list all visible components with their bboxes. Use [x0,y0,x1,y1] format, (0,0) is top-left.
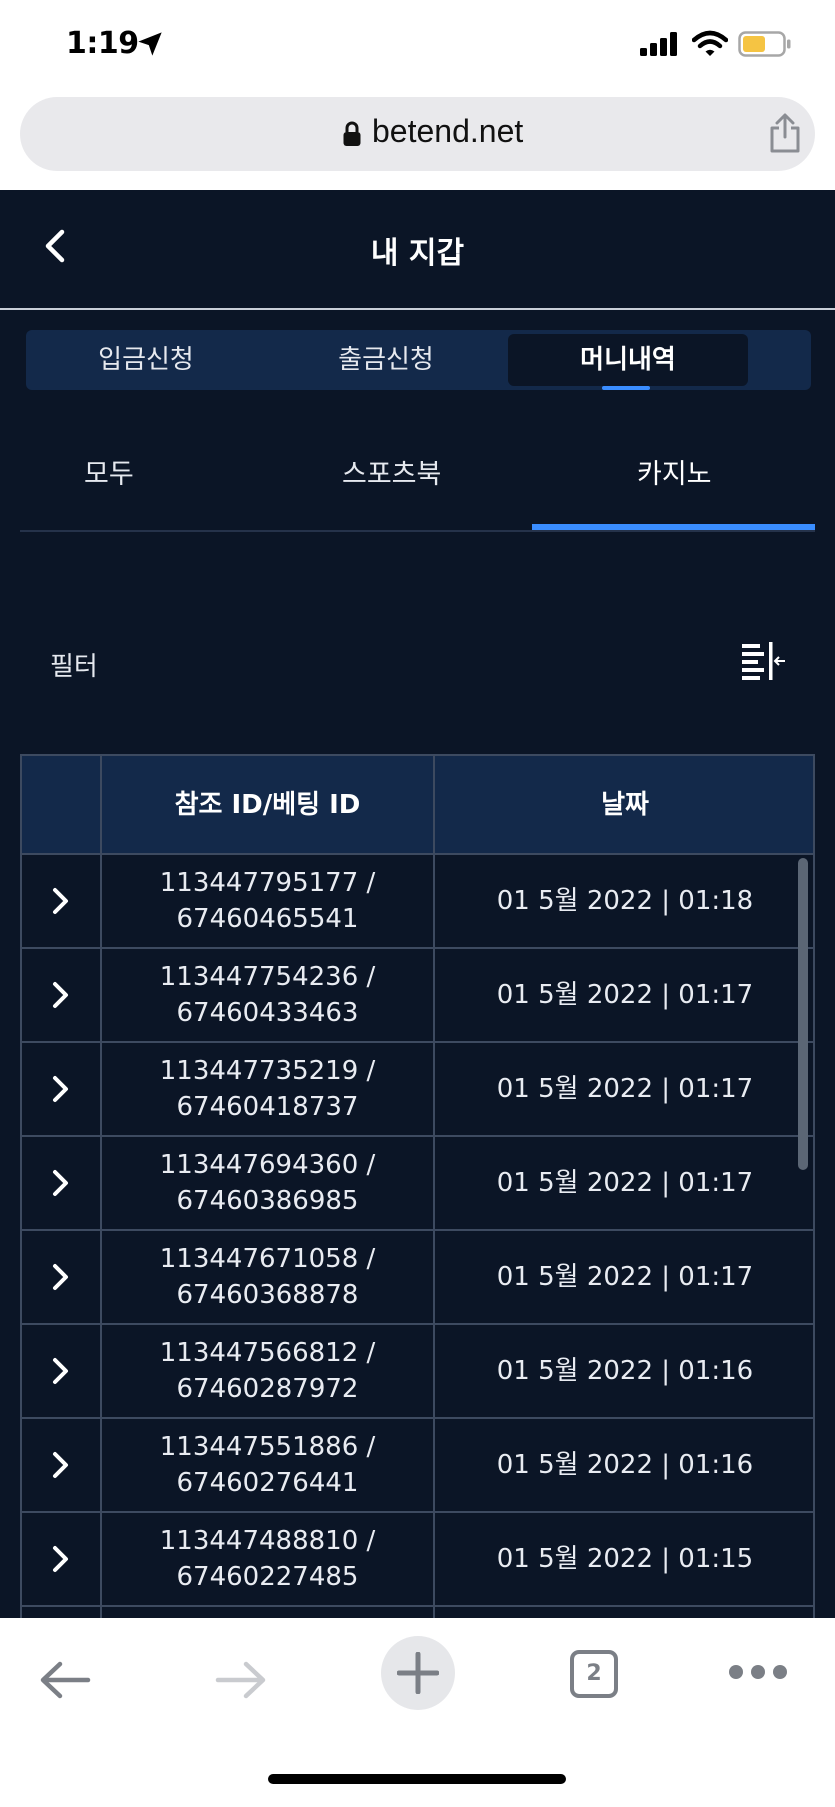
date-cell: 01 5월 2022 | 01:16 [496,1450,754,1480]
battery-icon [738,31,791,57]
active-tab-indicator [602,386,650,390]
reference-id-cell: 113447754236 / 67460433463 [102,949,435,1041]
lock-icon [343,121,361,146]
filter-toggle-icon[interactable] [740,640,786,682]
date-cell: 01 5월 2022 | 01:17 [496,1074,754,1104]
bet-id: 67460287972 [176,1374,359,1404]
reference-id-cell: 113447694360 / 67460386985 [102,1137,435,1229]
reference-id-cell: 113447671058 / 67460368878 [102,1231,435,1323]
history-sub-tabs: 모두 스포츠북 카지노 [20,420,815,532]
tab-deposit-request[interactable]: 입금신청 [26,334,266,386]
page-title: 내 지갑 [370,236,465,271]
tab-money-history-label: 머니내역 [580,345,676,375]
bet-id: 67460433463 [176,998,359,1028]
location-arrow-icon [138,32,162,56]
chevron-right-icon [53,982,68,1008]
bet-id: 67460418737 [176,1092,359,1122]
header-reference-id: 참조 ID/베팅 ID [102,756,435,855]
reference-id-cell: 113447735219 / 67460418737 [102,1043,435,1135]
subtab-all[interactable]: 모두 [84,452,134,491]
reference-id-cell: 113447488810 / 67460227485 [102,1513,435,1605]
table-row[interactable]: 113447735219 / 67460418737 01 5월 2022 | 01… [20,1043,815,1137]
address-bar[interactable]: betend.net [20,97,815,171]
chevron-right-icon [53,1358,68,1384]
chevron-right-icon [53,1076,68,1102]
row-expand-button[interactable] [22,1043,102,1135]
table-row[interactable]: 113447566812 / 67460287972 01 5월 2022 | 01… [20,1325,815,1419]
table-row[interactable]: 113447551886 / 67460276441 01 5월 2022 | 01… [20,1419,815,1513]
cellular-signal-icon [640,32,677,56]
subtab-casino[interactable]: 카지노 [637,452,712,491]
row-expand-button[interactable] [22,949,102,1041]
row-expand-button[interactable] [22,855,102,947]
bet-id: 67460276441 [176,1468,359,1498]
chevron-right-icon [53,888,68,914]
reference-id: 113447735219 / [159,1056,376,1086]
browser-toolbar: 2 [0,1618,835,1807]
date-cell: 01 5월 2022 | 01:17 [496,1168,754,1198]
date-cell: 01 5월 2022 | 01:17 [496,980,754,1010]
transaction-table: 참조 ID/베팅 ID 날짜 113447795177 / 67460465541… [20,754,815,1626]
chevron-right-icon [53,1170,68,1196]
date-cell: 01 5월 2022 | 01:16 [496,1356,754,1386]
row-expand-button[interactable] [22,1325,102,1417]
bet-id: 67460368878 [176,1280,359,1310]
reference-id: 113447551886 / [159,1432,376,1462]
status-bar: 1:19 [0,0,835,90]
new-tab-button[interactable] [381,1636,455,1710]
chevron-right-icon [53,1452,68,1478]
reference-id: 113447694360 / [159,1150,376,1180]
row-expand-button[interactable] [22,1513,102,1605]
address-domain: betend.net [372,113,524,149]
tab-switcher-button[interactable]: 2 [570,1650,618,1698]
plus-icon [397,1652,439,1694]
reference-id: 113447566812 / [159,1338,376,1368]
subtab-active-underline [532,524,815,530]
more-options-icon[interactable] [728,1664,788,1680]
chevron-right-icon [53,1546,68,1572]
browser-address-area: betend.net [0,90,835,190]
reference-id: 113447488810 / [159,1526,376,1556]
filter-label[interactable]: 필터 [50,646,98,683]
home-indicator [268,1774,566,1784]
reference-id: 113447671058 / [159,1244,376,1274]
row-expand-button[interactable] [22,1137,102,1229]
browser-forward-icon[interactable] [214,1658,268,1702]
tab-money-history[interactable]: 머니내역 [508,334,748,390]
reference-id-cell: 113447566812 / 67460287972 [102,1325,435,1417]
date-cell: 01 5월 2022 | 01:17 [496,1262,754,1292]
header-date: 날짜 [601,790,649,820]
table-row[interactable]: 113447694360 / 67460386985 01 5월 2022 | 01… [20,1137,815,1231]
row-expand-button[interactable] [22,1231,102,1323]
date-cell: 01 5월 2022 | 01:18 [496,886,754,916]
bet-id: 67460386985 [176,1186,359,1216]
reference-id: 113447754236 / [159,962,376,992]
chevron-right-icon [53,1264,68,1290]
app-header: 내 지갑 [0,190,835,310]
table-row[interactable]: 113447671058 / 67460368878 01 5월 2022 | 01… [20,1231,815,1325]
table-row[interactable]: 113447795177 / 67460465541 01 5월 2022 | 01… [20,855,815,949]
table-row[interactable]: 113447754236 / 67460433463 01 5월 2022 | 01… [20,949,815,1043]
wifi-icon [692,30,728,56]
subtab-sportsbook[interactable]: 스포츠북 [342,452,441,491]
bet-id: 67460227485 [176,1562,359,1592]
browser-back-icon[interactable] [38,1658,92,1702]
status-time: 1:19 [66,26,139,61]
table-scrollbar[interactable] [798,858,808,1170]
wallet-main-tabs: 입금신청 출금신청 머니내역 [26,330,811,390]
bet-id: 67460465541 [176,904,359,934]
header-expand-column [22,756,102,855]
reference-id-cell: 113447551886 / 67460276441 [102,1419,435,1511]
reference-id: 113447795177 / [159,868,376,898]
date-cell: 01 5월 2022 | 01:15 [496,1544,754,1574]
share-icon[interactable] [768,113,802,153]
table-header: 참조 ID/베팅 ID 날짜 [20,754,815,855]
table-row[interactable]: 113447488810 / 67460227485 01 5월 2022 | 01… [20,1513,815,1607]
reference-id-cell: 113447795177 / 67460465541 [102,855,435,947]
tab-withdraw-request[interactable]: 출금신청 [266,334,506,386]
row-expand-button[interactable] [22,1419,102,1511]
